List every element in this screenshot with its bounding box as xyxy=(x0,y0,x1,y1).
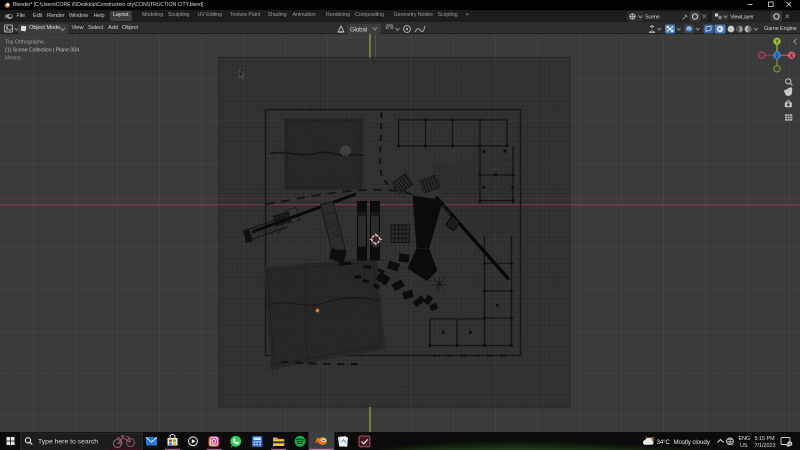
svg-text:US: US xyxy=(740,443,748,449)
svg-text:7/1/2023: 7/1/2023 xyxy=(755,443,776,449)
svg-text:Z: Z xyxy=(775,54,778,60)
svg-text:(1) Scene Collection | Plane.0: (1) Scene Collection | Plane.004 xyxy=(5,48,79,54)
svg-text:Scene: Scene xyxy=(645,14,660,20)
svg-text:Top Orthographic: Top Orthographic xyxy=(5,40,45,46)
svg-text:Global: Global xyxy=(350,26,367,33)
svg-text:ENG: ENG xyxy=(739,436,751,442)
svg-text:Meters: Meters xyxy=(5,56,21,62)
svg-text:4: 4 xyxy=(788,442,791,447)
svg-text:ViewLayer: ViewLayer xyxy=(730,14,754,20)
svg-text:Type here to search: Type here to search xyxy=(38,439,98,446)
svg-text:5:15 PM: 5:15 PM xyxy=(755,436,776,442)
svg-text:34°C: 34°C xyxy=(657,439,671,446)
svg-text:Mostly cloudy: Mostly cloudy xyxy=(674,439,711,446)
